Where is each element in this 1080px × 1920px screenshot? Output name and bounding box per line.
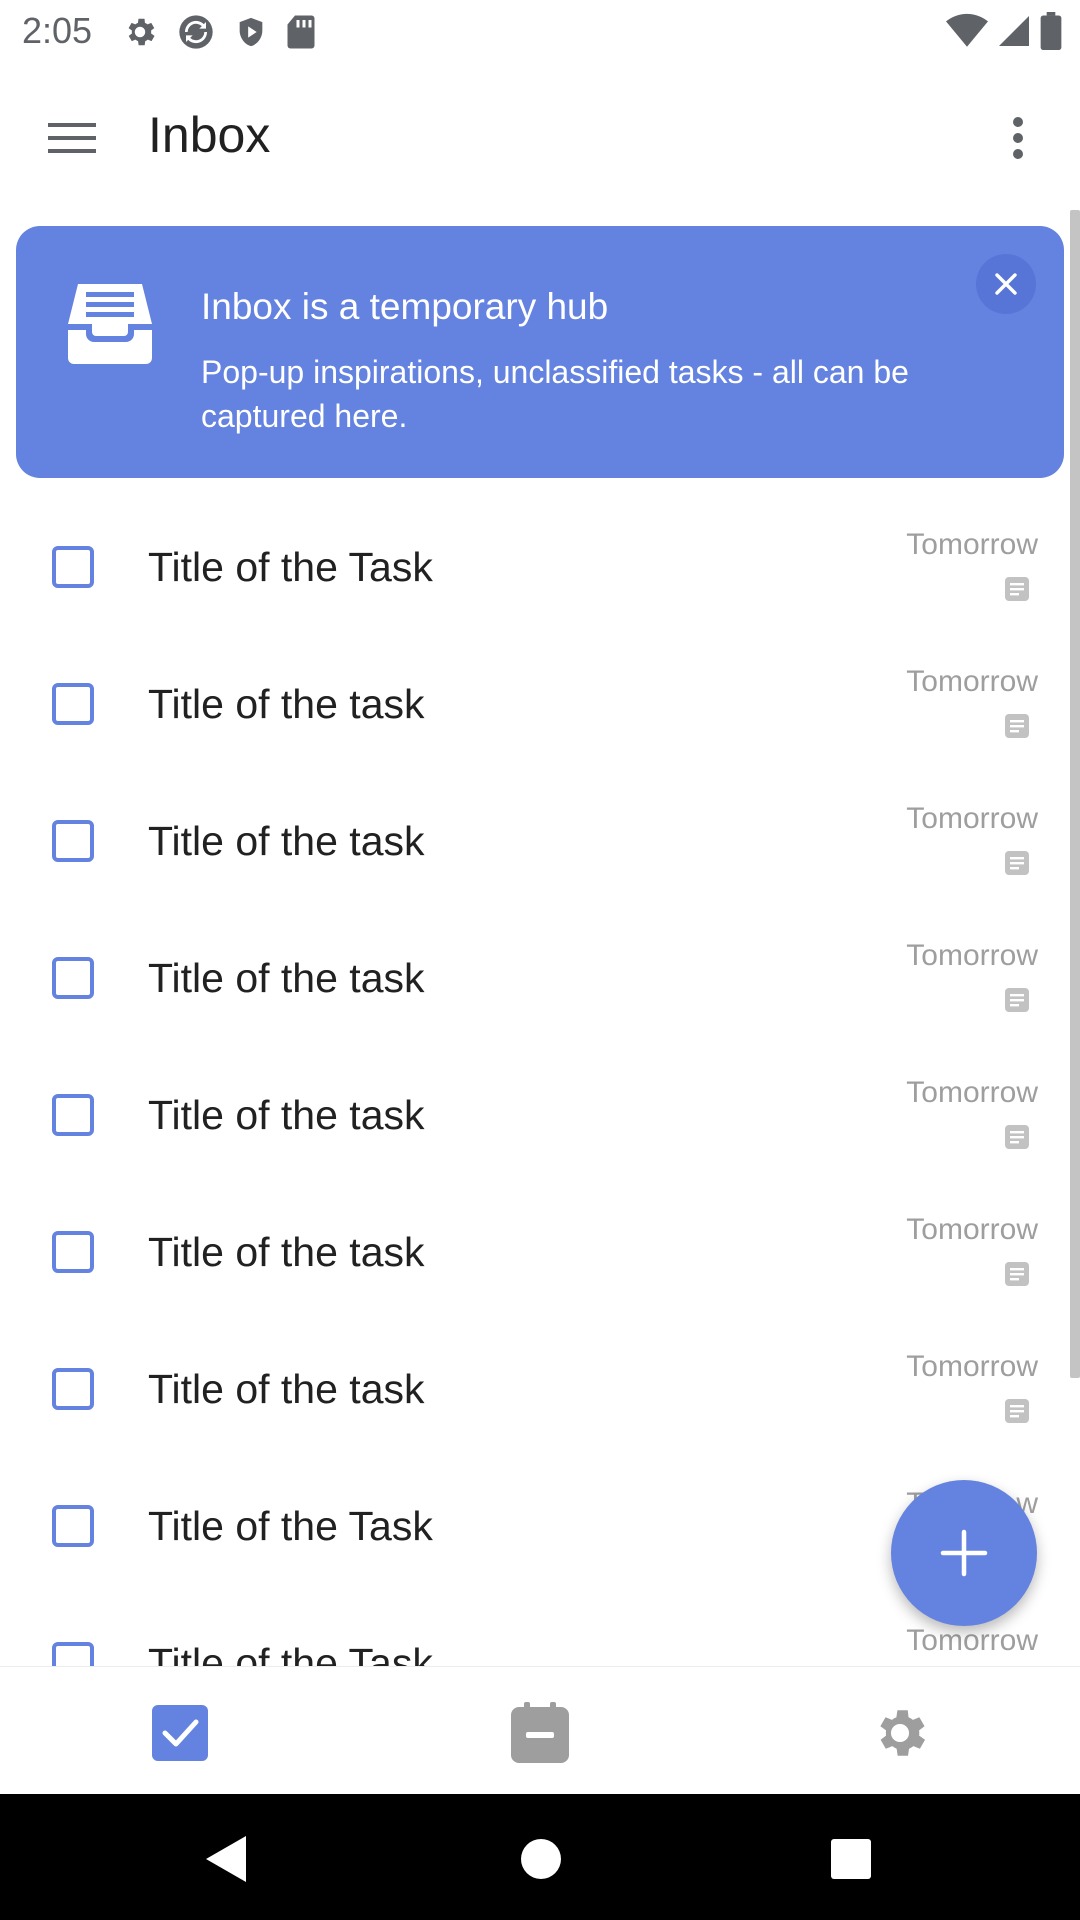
add-task-button[interactable]	[891, 1480, 1037, 1626]
task-checkbox[interactable]	[52, 1642, 94, 1666]
task-title: Title of the task	[148, 1366, 425, 1412]
task-title: Title of the task	[148, 818, 425, 864]
app-bar: Inbox	[0, 64, 1080, 212]
task-checkbox[interactable]	[52, 1368, 94, 1410]
nav-item-tasks[interactable]	[144, 1697, 216, 1769]
task-checkbox[interactable]	[52, 683, 94, 725]
menu-button[interactable]	[36, 102, 108, 174]
hamburger-menu-icon	[48, 123, 96, 153]
sd-card-icon	[287, 15, 315, 49]
task-row[interactable]: Title of the Task Tomorrow	[0, 502, 1080, 639]
task-list: Title of the Task Tomorrow Title of the …	[0, 502, 1080, 1666]
home-button[interactable]	[506, 1824, 576, 1894]
task-checkbox[interactable]	[52, 1505, 94, 1547]
task-title: Title of the task	[148, 955, 425, 1001]
task-due-date: Tomorrow	[906, 1213, 1038, 1246]
recents-button[interactable]	[816, 1824, 886, 1894]
task-checkbox[interactable]	[52, 820, 94, 862]
task-row[interactable]: Title of the task Tomorrow	[0, 776, 1080, 913]
sync-icon	[179, 15, 213, 49]
note-icon	[1005, 714, 1029, 738]
task-checkbox[interactable]	[52, 546, 94, 588]
task-due-date: Tomorrow	[906, 802, 1038, 835]
note-icon	[1005, 577, 1029, 601]
status-bar: 2:05	[0, 0, 1080, 64]
banner-body: Pop-up inspirations, unclassified tasks …	[201, 354, 909, 434]
task-due-date: Tomorrow	[906, 665, 1038, 698]
status-time: 2:05	[22, 10, 93, 51]
task-title: Title of the Task	[148, 1503, 433, 1549]
task-due-date: Tomorrow	[906, 1350, 1038, 1383]
note-icon	[1005, 988, 1029, 1012]
inbox-info-banner: Inbox is a temporary hub Pop-up inspirat…	[16, 226, 1064, 478]
task-row[interactable]: Title of the task Tomorrow	[0, 1050, 1080, 1187]
task-title: Title of the Task	[148, 1640, 433, 1666]
task-row[interactable]: Title of the task Tomorrow	[0, 913, 1080, 1050]
task-title: Title of the task	[148, 681, 425, 727]
task-checkbox[interactable]	[52, 957, 94, 999]
recents-icon	[831, 1839, 871, 1879]
wifi-icon	[946, 13, 988, 47]
back-icon	[206, 1836, 246, 1882]
task-due-date: Tomorrow	[906, 528, 1038, 561]
note-icon	[1005, 1262, 1029, 1286]
task-checkbox[interactable]	[52, 1094, 94, 1136]
task-title: Title of the Task	[148, 544, 433, 590]
inbox-tray-icon	[68, 284, 152, 364]
system-navigation-bar	[0, 1794, 1080, 1920]
bottom-navigation	[0, 1666, 1080, 1794]
status-icons-left	[122, 12, 316, 52]
scrollbar[interactable]	[1070, 210, 1080, 1378]
more-vertical-icon	[1013, 117, 1023, 159]
task-checkbox[interactable]	[52, 1231, 94, 1273]
note-icon	[1005, 851, 1029, 875]
task-row[interactable]: Title of the task Tomorrow	[0, 639, 1080, 776]
gear-icon	[128, 18, 155, 46]
calendar-icon	[511, 1702, 569, 1763]
home-icon	[521, 1839, 561, 1879]
task-due-date: Tomorrow	[906, 939, 1038, 972]
plus-icon	[940, 1529, 988, 1577]
banner-title: Inbox is a temporary hub	[201, 286, 609, 327]
status-icons-right	[946, 12, 1062, 50]
battery-icon	[1040, 12, 1062, 50]
nav-item-calendar[interactable]	[504, 1697, 576, 1769]
task-due-date: Tomorrow	[906, 1076, 1038, 1109]
task-scroll-area[interactable]: Inbox is a temporary hub Pop-up inspirat…	[0, 212, 1080, 1666]
signal-icon	[999, 16, 1029, 46]
task-title: Title of the task	[148, 1229, 425, 1275]
nav-item-settings[interactable]	[864, 1697, 936, 1769]
task-due-date: Tomorrow	[906, 1624, 1038, 1657]
back-button[interactable]	[190, 1824, 260, 1894]
banner-close-button[interactable]	[976, 254, 1036, 314]
note-icon	[1005, 1399, 1029, 1423]
shield-play-icon	[239, 17, 263, 47]
task-row[interactable]: Title of the task Tomorrow	[0, 1187, 1080, 1324]
page-title: Inbox	[148, 107, 271, 163]
task-row[interactable]: Title of the task Tomorrow	[0, 1324, 1080, 1461]
task-title: Title of the task	[148, 1092, 425, 1138]
checkbox-tasks-icon	[152, 1705, 208, 1761]
more-options-button[interactable]	[982, 102, 1054, 174]
close-icon	[995, 273, 1017, 295]
note-icon	[1005, 1125, 1029, 1149]
settings-icon	[880, 1710, 926, 1756]
